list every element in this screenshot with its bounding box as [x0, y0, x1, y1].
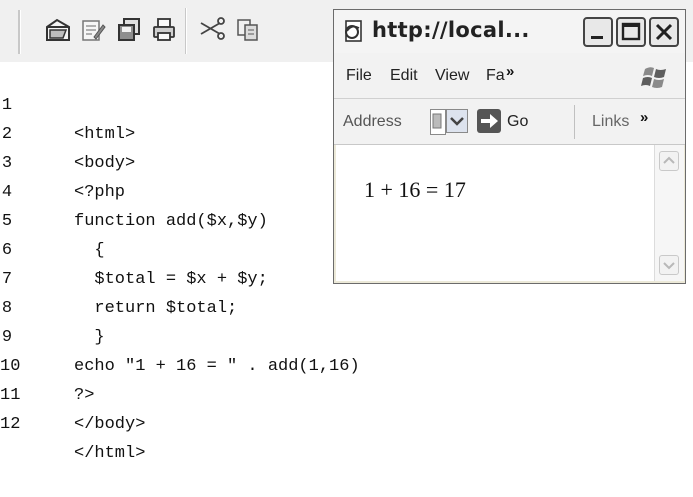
code-text: </html>	[74, 444, 146, 463]
links-button[interactable]: Links	[592, 113, 629, 131]
code-line: 4 function add($x,$y)	[0, 149, 268, 231]
code-line: 6 $total = $x + $y;	[0, 207, 268, 289]
copy-button[interactable]	[232, 14, 264, 46]
page-content: 1 + 16 = 17	[336, 145, 654, 281]
code-line: 2 <body>	[0, 91, 135, 173]
code-line: 5 {	[0, 178, 105, 260]
windows-logo-icon	[641, 67, 666, 88]
window-title: http://local...	[372, 18, 530, 42]
ie-page-icon	[345, 20, 362, 42]
scroll-down-button[interactable]	[659, 255, 679, 275]
save-button[interactable]	[113, 14, 145, 46]
address-separator	[574, 105, 575, 139]
code-text: }	[74, 328, 105, 347]
print-icon	[153, 18, 175, 41]
code-line: 10 ?>	[0, 323, 94, 405]
chevron-down-icon	[663, 262, 675, 270]
code-text: {	[74, 241, 105, 260]
code-text: <body>	[74, 154, 136, 173]
print-button[interactable]	[148, 14, 180, 46]
code-text: return $total;	[74, 299, 238, 318]
toolbar-separator	[185, 8, 187, 54]
cut-icon	[200, 17, 225, 40]
close-icon	[655, 23, 673, 41]
menu-favorites[interactable]: Fa	[486, 67, 505, 85]
code-line: 12 </html>	[0, 381, 145, 463]
code-line: 11 </body>	[0, 352, 145, 434]
maximize-button[interactable]	[616, 17, 646, 47]
minimize-button[interactable]	[583, 17, 613, 47]
output-text: 1 + 16 = 17	[364, 177, 466, 202]
code-text: function add($x,$y)	[74, 212, 268, 231]
address-label: Address	[343, 113, 402, 130]
code-text: </body>	[74, 415, 146, 434]
code-text: <?php	[74, 183, 126, 202]
vertical-scrollbar[interactable]	[654, 145, 684, 281]
code-text: ?>	[74, 386, 95, 405]
browser-window: http://local... File Edit View Fa » Addr…	[333, 9, 686, 284]
menu-view[interactable]: View	[435, 67, 469, 85]
address-dropdown-button[interactable]	[446, 109, 468, 133]
code-line: 9 echo "1 + 16 = " . add(1,16)	[0, 294, 360, 376]
open-folder-button[interactable]	[42, 14, 74, 46]
code-text: echo "1 + 16 = " . add(1,16)	[74, 357, 360, 376]
title-bar[interactable]: http://local...	[334, 10, 685, 53]
edit-button[interactable]	[77, 14, 109, 46]
page-icon	[432, 113, 442, 129]
go-label[interactable]: Go	[507, 113, 528, 131]
code-text: $total = $x + $y;	[74, 270, 268, 289]
arrow-right-icon	[481, 114, 498, 128]
cut-button[interactable]	[196, 14, 228, 46]
scroll-up-button[interactable]	[659, 151, 679, 171]
maximize-icon	[621, 22, 641, 41]
code-line: 1 <html>	[0, 62, 135, 144]
menu-more-chevron[interactable]: »	[506, 63, 514, 80]
menu-file[interactable]: File	[346, 67, 372, 85]
close-button[interactable]	[649, 17, 679, 47]
address-input[interactable]	[430, 109, 446, 135]
menu-edit[interactable]: Edit	[390, 67, 418, 85]
copy-icon	[237, 19, 258, 41]
chevron-down-icon	[450, 117, 464, 126]
links-more-chevron[interactable]: »	[640, 109, 648, 126]
edit-icon	[82, 20, 106, 41]
go-button[interactable]	[477, 109, 501, 133]
save-icon	[118, 18, 140, 41]
code-line: 3 <?php	[0, 120, 125, 202]
code-line: 7 return $total;	[0, 236, 237, 318]
open-folder-icon	[46, 18, 70, 41]
address-bar: Address Go Links »	[334, 99, 685, 145]
chevron-up-icon	[663, 156, 675, 164]
code-text: <html>	[74, 125, 136, 144]
minimize-icon	[591, 36, 603, 39]
toolbar-grip	[18, 10, 21, 54]
line-number: 12	[0, 415, 21, 434]
code-line: 8 }	[0, 265, 105, 347]
menu-bar: File Edit View Fa »	[334, 53, 685, 99]
